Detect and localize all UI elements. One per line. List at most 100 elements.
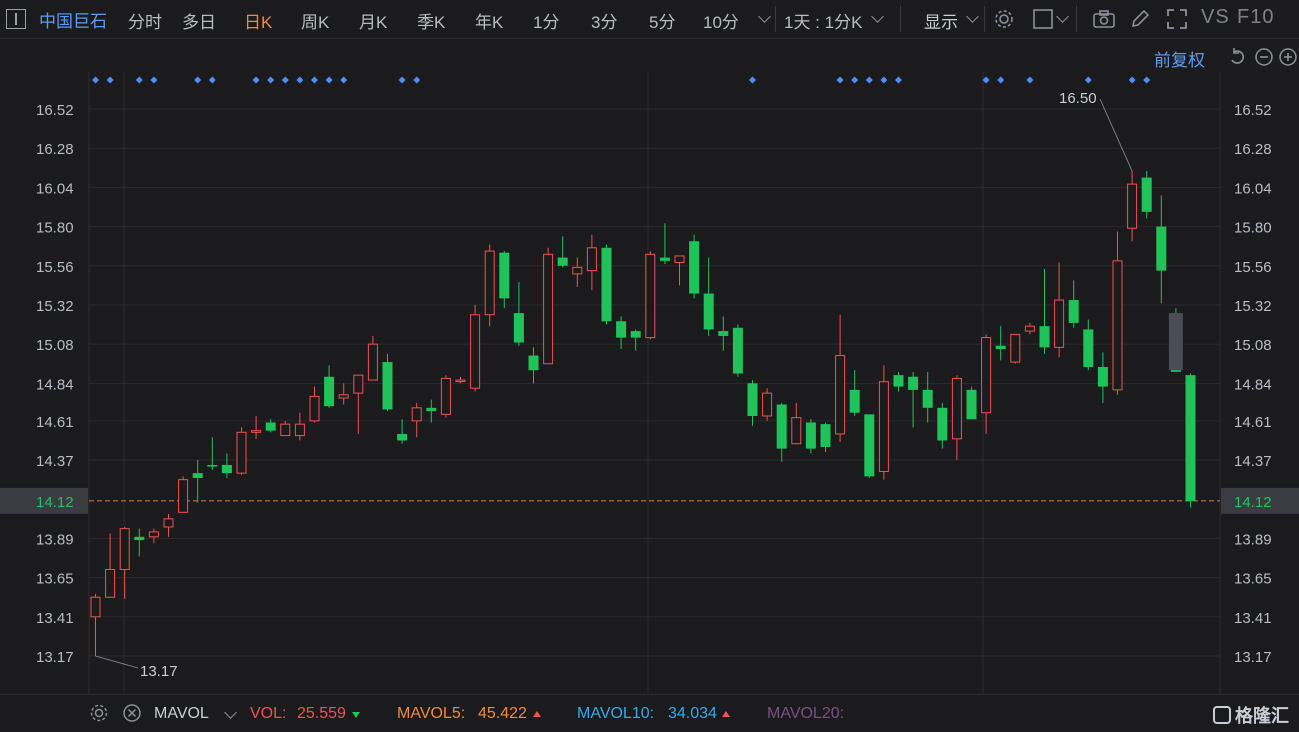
- candlestick-chart[interactable]: 16.52 16.52 16.28 16.28 16.04 16.04 15.80 15.80…: [0, 70, 1299, 694]
- candle-body: [718, 331, 729, 336]
- left-y-tick-label: 14.37: [36, 453, 74, 470]
- candle-body: [382, 362, 393, 410]
- tab-10min[interactable]: 10分: [703, 8, 739, 33]
- candle-body: [178, 479, 189, 513]
- candle-body: [470, 314, 481, 389]
- tab-monthly-k[interactable]: 月K: [359, 8, 387, 33]
- candle-body: [981, 337, 992, 414]
- candle-body: [616, 321, 627, 338]
- layout-chevron-icon[interactable]: [1056, 10, 1069, 23]
- display-menu[interactable]: 显示: [924, 8, 958, 33]
- event-marker-icon: [997, 76, 1005, 84]
- candle-body: [105, 568, 116, 598]
- toolbar-divider: [1076, 6, 1077, 32]
- settings-gear-icon[interactable]: [992, 7, 1016, 31]
- candle-body: [221, 464, 232, 474]
- event-marker-icon: [281, 76, 289, 84]
- candle-body: [674, 255, 685, 263]
- left-y-tick-label: 15.08: [36, 337, 74, 354]
- left-y-tick-label: 15.56: [36, 259, 74, 276]
- mavol10-value: 34.034: [668, 705, 717, 722]
- right-y-tick-label: 14.12: [1234, 494, 1272, 511]
- tab-quarterly-k[interactable]: 季K: [417, 8, 445, 33]
- candle-body: [236, 431, 247, 474]
- candle-body: [966, 389, 977, 420]
- low-price-label: 13.17: [140, 663, 178, 680]
- event-marker-icon: [208, 76, 216, 84]
- event-marker-icon: [1026, 76, 1034, 84]
- tab-intraday[interactable]: 分时: [128, 8, 162, 33]
- candle-body: [484, 250, 495, 316]
- candle-body: [499, 252, 510, 299]
- more-tabs-chevron-icon[interactable]: [758, 10, 771, 23]
- f10-button[interactable]: F10: [1237, 6, 1274, 29]
- event-marker-icon: [267, 76, 275, 84]
- compare-vs-button[interactable]: VS: [1201, 6, 1230, 29]
- indicator-close-icon[interactable]: [120, 701, 144, 725]
- down-arrow-icon: [352, 712, 360, 718]
- stock-name[interactable]: 中国巨石: [39, 7, 107, 32]
- candle-body: [324, 376, 335, 407]
- right-y-tick-label: 16.04: [1234, 180, 1272, 197]
- up-arrow-icon: [533, 711, 541, 717]
- indicator-chevron-icon[interactable]: [224, 706, 237, 719]
- candle-body: [908, 376, 919, 390]
- candle-body: [411, 407, 422, 422]
- tab-3min[interactable]: 3分: [591, 8, 617, 33]
- camera-icon[interactable]: [1092, 7, 1116, 31]
- mavol20-label: MAVOL20:: [767, 705, 845, 722]
- mavol5-value: 45.422: [478, 705, 527, 722]
- draw-pencil-icon[interactable]: [1128, 7, 1152, 31]
- event-marker-icon: [982, 76, 990, 84]
- right-y-tick-label: 14.61: [1234, 414, 1272, 431]
- candle-body: [513, 313, 524, 343]
- candle-body: [864, 414, 875, 477]
- display-chevron-icon[interactable]: [966, 10, 979, 23]
- candle-body: [455, 379, 466, 383]
- zoom-out-icon[interactable]: [1252, 45, 1276, 69]
- candle-body: [440, 377, 451, 415]
- indicator-settings-gear-icon[interactable]: [87, 701, 111, 725]
- event-marker-icon: [340, 76, 348, 84]
- candle-body: [820, 424, 831, 447]
- left-y-tick-label: 13.41: [36, 610, 74, 627]
- candle-body: [1127, 183, 1138, 229]
- period-selector[interactable]: 1天 : 1分K: [784, 8, 862, 33]
- candle-body: [528, 355, 539, 371]
- candle-body: [251, 430, 262, 433]
- brand-name: 格隆汇: [1235, 706, 1289, 726]
- event-marker-icon: [1084, 76, 1092, 84]
- sidebar-toggle-icon[interactable]: [6, 9, 26, 29]
- tab-weekly-k[interactable]: 周K: [301, 8, 329, 33]
- event-marker-icon: [150, 76, 158, 84]
- layout-square-icon[interactable]: [1031, 7, 1055, 31]
- candle-body: [1068, 300, 1079, 323]
- left-y-tick-label: 13.89: [36, 531, 74, 548]
- event-marker-icon: [880, 76, 888, 84]
- candle-body: [572, 266, 583, 275]
- toolbar-divider: [900, 6, 901, 32]
- indicator-selector[interactable]: MAVOL: [154, 705, 209, 723]
- fullscreen-icon[interactable]: [1165, 7, 1189, 31]
- candle-body: [397, 433, 408, 441]
- tab-multi-day[interactable]: 多日: [182, 8, 216, 33]
- candle-body: [426, 407, 437, 412]
- right-y-tick-label: 13.41: [1234, 610, 1272, 627]
- price-adjust-mode[interactable]: 前复权: [1154, 46, 1205, 71]
- tab-5min[interactable]: 5分: [649, 8, 675, 33]
- tab-daily-k[interactable]: 日K: [244, 8, 272, 33]
- period-chevron-icon[interactable]: [871, 10, 884, 23]
- candle-body: [543, 253, 554, 365]
- zoom-in-icon[interactable]: [1276, 45, 1299, 69]
- event-marker-icon: [325, 76, 333, 84]
- candle-body: [835, 355, 846, 435]
- right-y-tick-label: 15.32: [1234, 298, 1272, 315]
- event-marker-icon: [836, 76, 844, 84]
- left-y-tick-label: 16.52: [36, 102, 74, 119]
- undo-icon[interactable]: [1225, 45, 1249, 69]
- candle-body: [689, 241, 700, 294]
- candle-body: [791, 417, 802, 445]
- tab-1min[interactable]: 1分: [533, 8, 559, 33]
- event-marker-icon: [851, 76, 859, 84]
- tab-yearly-k[interactable]: 年K: [475, 8, 503, 33]
